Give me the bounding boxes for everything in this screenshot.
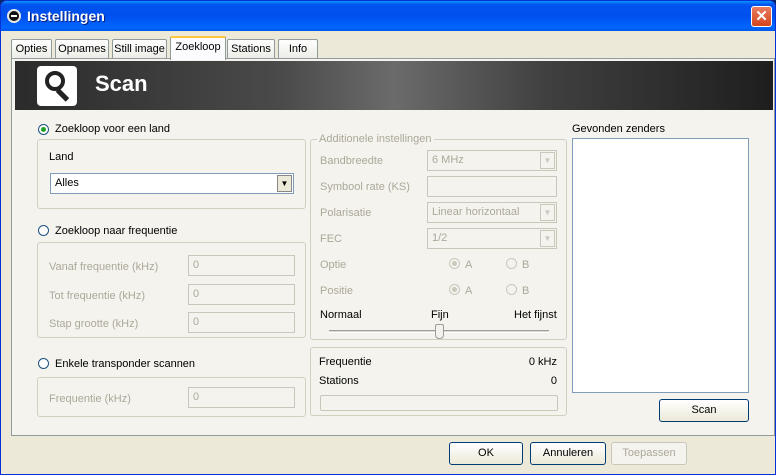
ok-button[interactable]: OK <box>449 442 523 465</box>
symbol-rate-label: Symbool rate (KS) <box>320 181 410 193</box>
option-label: Optie <box>320 259 347 271</box>
transponder-frequency-label: Frequentie (kHz) <box>49 393 131 405</box>
option-a-label: A <box>465 259 473 271</box>
scan-transponder-label[interactable]: Enkele transponder scannen <box>55 358 195 370</box>
from-frequency-label: Vanaf frequentie (kHz) <box>49 261 159 273</box>
magnifier-icon <box>37 66 77 106</box>
from-frequency-input[interactable]: 0 <box>188 255 295 276</box>
option-b-label: B <box>522 259 530 271</box>
status-group: Frequentie 0 kHz Stations 0 <box>310 347 567 416</box>
chevron-down-icon[interactable]: ▼ <box>540 230 555 247</box>
frequency-status-value: 0 kHz <box>528 356 557 368</box>
frequency-group: Vanaf frequentie (kHz) 0 Tot frequentie … <box>37 242 306 338</box>
land-select-value: Alles <box>55 177 79 189</box>
polarisation-value: Linear horizontaal <box>432 206 520 218</box>
close-icon: ✕ <box>755 8 768 25</box>
polarisation-label: Polarisatie <box>320 207 372 219</box>
slider-label-finest: Het fijnst <box>514 309 557 321</box>
scan-progress-bar <box>320 395 558 411</box>
scan-transponder-radio[interactable] <box>38 358 49 369</box>
frequency-status-label: Frequentie <box>319 356 372 368</box>
position-a-label: A <box>465 285 473 297</box>
land-select[interactable]: Alles ▼ <box>50 173 294 194</box>
scan-frequency-radio[interactable] <box>38 225 49 236</box>
step-size-input[interactable]: 0 <box>188 312 295 333</box>
additional-settings-group: Additionele instellingen Bandbreedte 6 M… <box>310 133 567 340</box>
position-b-radio[interactable] <box>506 284 517 295</box>
scan-banner: Scan <box>15 61 773 110</box>
position-a-radio[interactable] <box>449 284 460 295</box>
additional-settings-legend: Additionele instellingen <box>317 133 434 145</box>
scan-button[interactable]: Scan <box>659 399 749 422</box>
cancel-button[interactable]: Annuleren <box>530 442 606 465</box>
scan-frequency-label[interactable]: Zoekloop naar frequentie <box>55 225 177 237</box>
fec-select[interactable]: 1/2 ▼ <box>427 228 557 249</box>
tab-info[interactable]: Info <box>278 39 318 59</box>
position-label: Positie <box>320 285 354 297</box>
tab-zoekloop[interactable]: Zoekloop <box>170 36 226 60</box>
chevron-down-icon[interactable]: ▼ <box>277 175 292 192</box>
bandwidth-value: 6 MHz <box>432 154 464 166</box>
tab-stations[interactable]: Stations <box>227 39 275 59</box>
tab-still-image[interactable]: Still image <box>112 39 167 59</box>
zoekloop-panel: Scan Zoekloop voor een land Land Alles ▼… <box>11 58 775 436</box>
chevron-down-icon[interactable]: ▼ <box>540 204 555 221</box>
stations-status-label: Stations <box>319 375 359 387</box>
found-channels-list[interactable] <box>572 138 749 393</box>
tab-opties[interactable]: Opties <box>11 39 52 59</box>
scan-country-label[interactable]: Zoekloop voor een land <box>55 123 170 135</box>
position-b-label: B <box>522 285 530 297</box>
symbol-rate-input[interactable] <box>427 176 557 197</box>
fec-label: FEC <box>320 233 342 245</box>
land-label: Land <box>49 151 74 163</box>
to-frequency-label: Tot frequentie (kHz) <box>49 290 145 302</box>
bandwidth-label: Bandbreedte <box>320 155 383 167</box>
found-channels-label: Gevonden zenders <box>572 123 665 135</box>
banner-title: Scan <box>95 71 148 96</box>
window-title: Instellingen <box>27 8 105 24</box>
option-b-radio[interactable] <box>506 258 517 269</box>
bandwidth-select[interactable]: 6 MHz ▼ <box>427 150 557 171</box>
apply-button[interactable]: Toepassen <box>611 442 687 465</box>
fec-value: 1/2 <box>432 232 448 244</box>
polarisation-select[interactable]: Linear horizontaal ▼ <box>427 202 557 223</box>
tab-opnames[interactable]: Opnames <box>55 39 109 59</box>
chevron-down-icon[interactable]: ▼ <box>540 152 555 169</box>
country-group: Land Alles ▼ <box>37 139 306 209</box>
scan-country-radio[interactable] <box>38 124 49 135</box>
step-size-label: Stap grootte (kHz) <box>49 318 139 330</box>
transponder-group: Frequentie (kHz) 0 <box>37 377 306 417</box>
slider-label-normal: Normaal <box>320 309 362 321</box>
app-icon <box>7 9 21 23</box>
option-a-radio[interactable] <box>449 258 460 269</box>
transponder-frequency-input[interactable]: 0 <box>188 387 295 408</box>
close-button[interactable]: ✕ <box>751 6 772 27</box>
to-frequency-input[interactable]: 0 <box>188 284 295 305</box>
settings-window: Instellingen ✕ Opties Opnames Still imag… <box>0 0 776 475</box>
precision-slider-thumb[interactable] <box>435 324 444 339</box>
stations-status-value: 0 <box>550 375 557 387</box>
slider-label-fine: Fijn <box>431 309 449 321</box>
title-bar[interactable]: Instellingen ✕ <box>1 1 775 31</box>
